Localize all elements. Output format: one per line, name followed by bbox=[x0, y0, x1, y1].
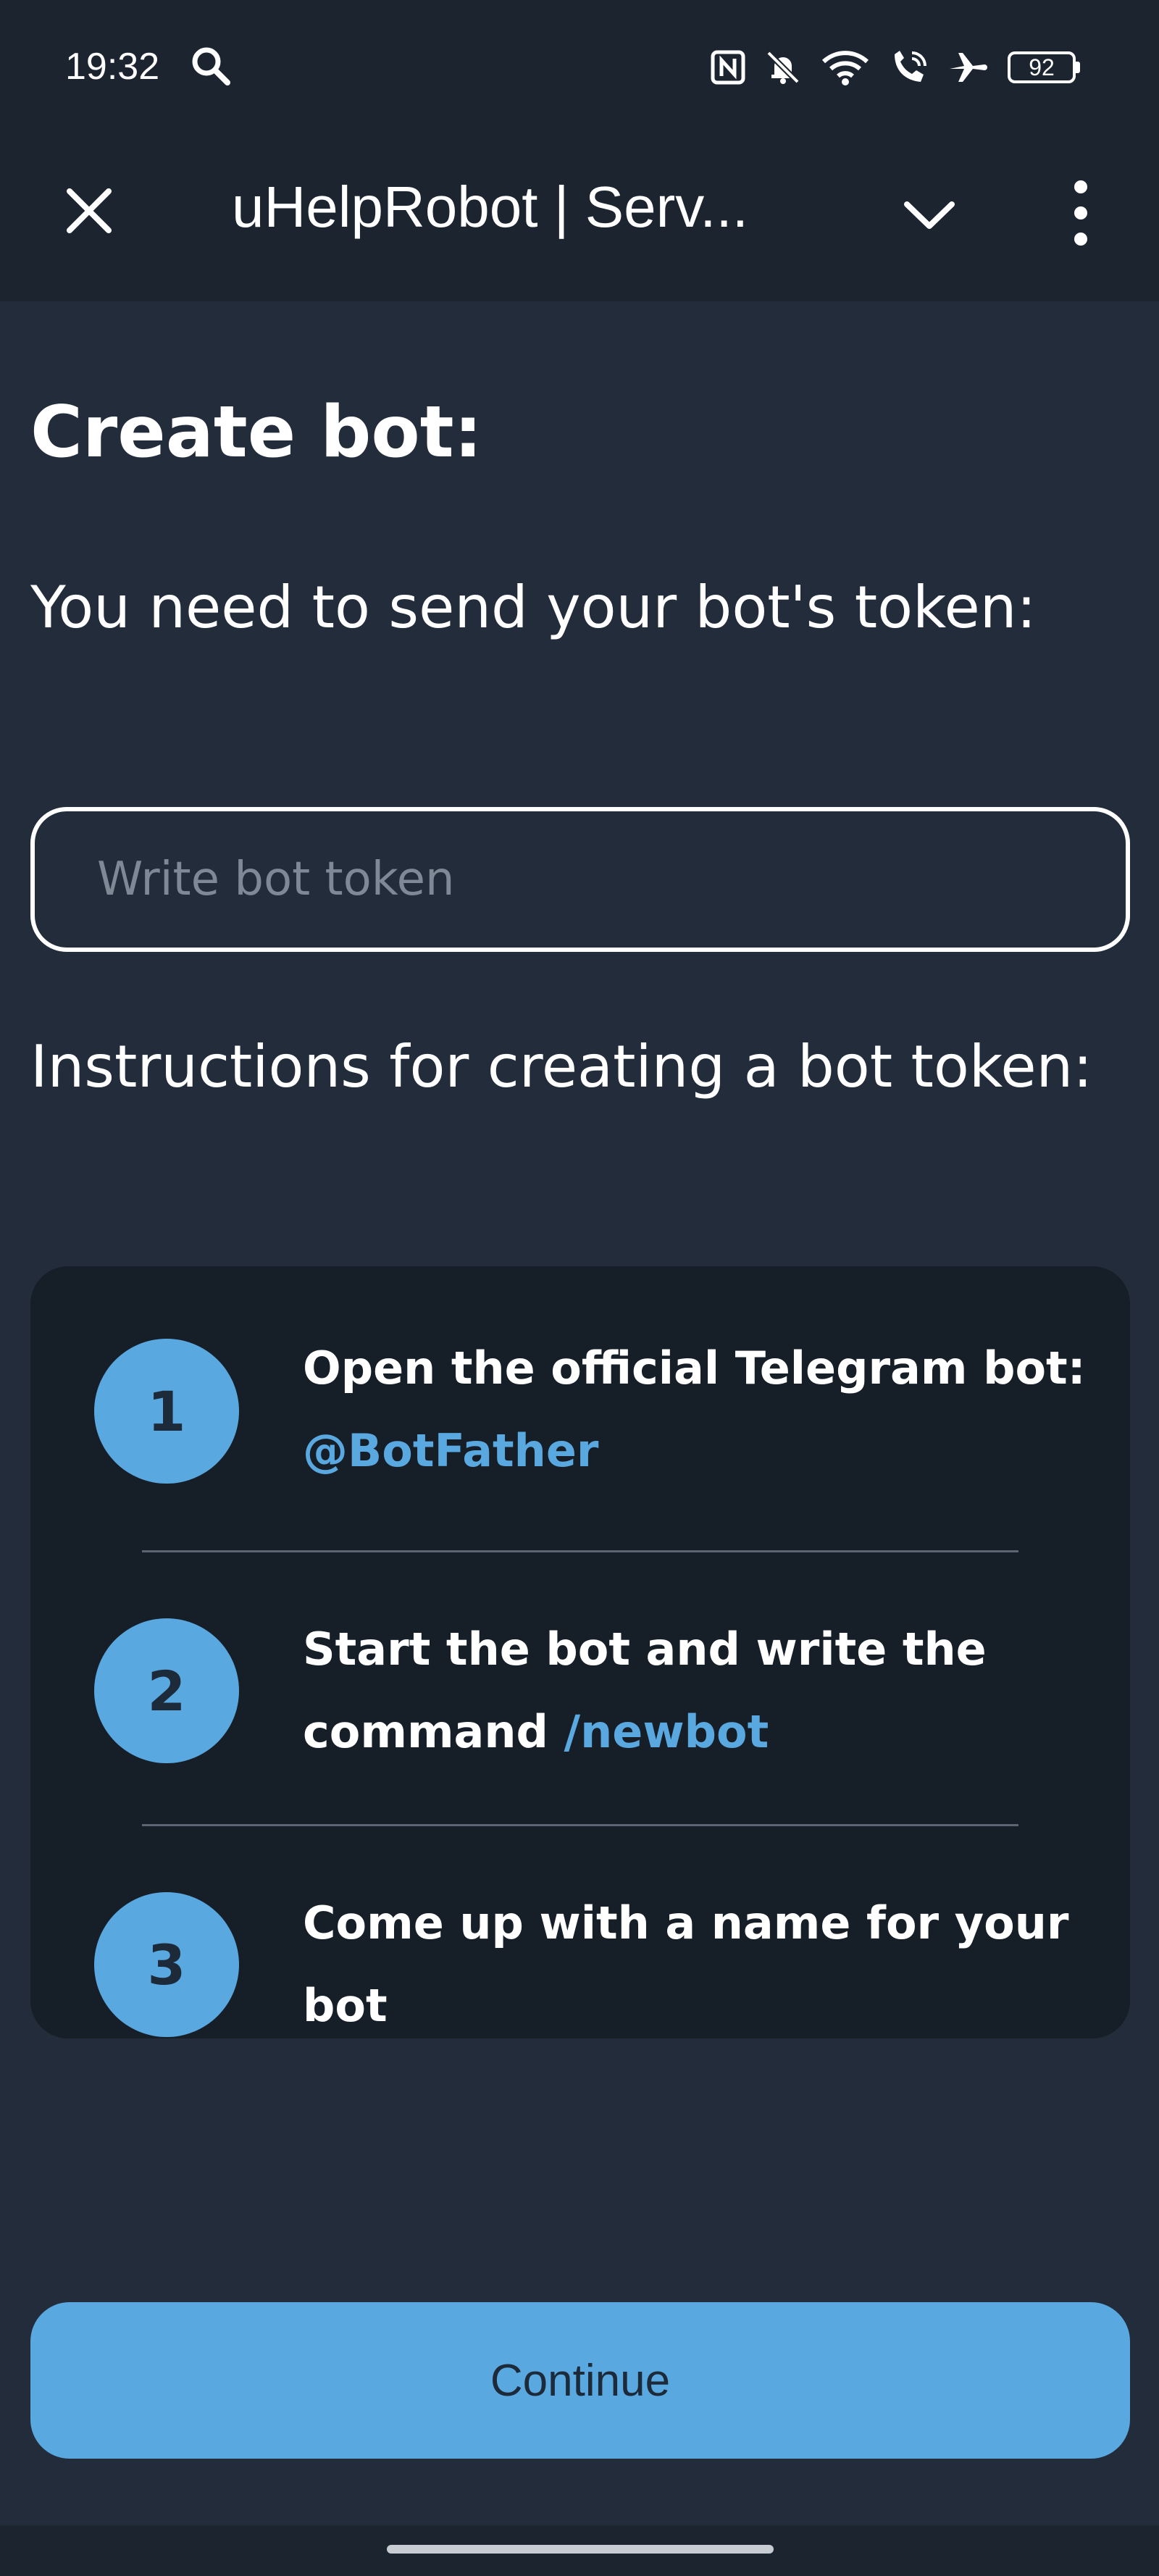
status-bar: 19:32 92 bbox=[0, 0, 1159, 136]
wifi-call-icon bbox=[895, 51, 926, 82]
step-divider bbox=[142, 1550, 1018, 1552]
step-text-plain: Come up with a name for your bot bbox=[303, 1897, 1069, 2032]
status-icons: 92 bbox=[711, 42, 1080, 93]
newbot-command[interactable]: /newbot bbox=[564, 1705, 769, 1758]
chevron-down-icon[interactable] bbox=[901, 187, 958, 243]
bell-off-icon bbox=[766, 51, 800, 84]
more-vert-icon[interactable] bbox=[1065, 177, 1097, 249]
wifi-icon bbox=[821, 51, 869, 85]
bot-token-input[interactable] bbox=[30, 807, 1130, 952]
step-text: Come up with a name for your bot bbox=[303, 1882, 1092, 2038]
home-indicator[interactable] bbox=[387, 2545, 774, 2554]
step-text-plain: Open the official Telegram bot: bbox=[303, 1342, 1086, 1394]
instructions-title: Instructions for creating a bot token: bbox=[30, 1033, 1093, 1100]
close-icon[interactable] bbox=[62, 184, 116, 238]
token-prompt: You need to send your bot's token: bbox=[30, 574, 1037, 641]
app-header: uHelpRobot | Serv... bbox=[0, 136, 1159, 301]
page-title: Create bot: bbox=[30, 391, 482, 474]
status-time: 19:32 bbox=[65, 46, 160, 88]
step-text: Start the bot and write the command /new… bbox=[303, 1608, 1092, 1773]
continue-button[interactable]: Continue bbox=[30, 2302, 1130, 2459]
battery-icon: 92 bbox=[1008, 51, 1080, 83]
airplane-icon bbox=[950, 53, 987, 82]
nfc-icon bbox=[711, 50, 745, 85]
step-number-badge: 2 bbox=[94, 1618, 239, 1763]
search-icon bbox=[192, 47, 230, 85]
step-divider bbox=[142, 1824, 1018, 1826]
header-title: uHelpRobot | Serv... bbox=[232, 175, 748, 239]
step-number-badge: 1 bbox=[94, 1339, 239, 1484]
botfather-link[interactable]: @BotFather bbox=[303, 1424, 598, 1477]
step-number-badge: 3 bbox=[94, 1892, 239, 2037]
instructions-card: 1 Open the official Telegram bot: @BotFa… bbox=[30, 1266, 1130, 2038]
step-text: Open the official Telegram bot: @BotFath… bbox=[303, 1327, 1092, 1492]
